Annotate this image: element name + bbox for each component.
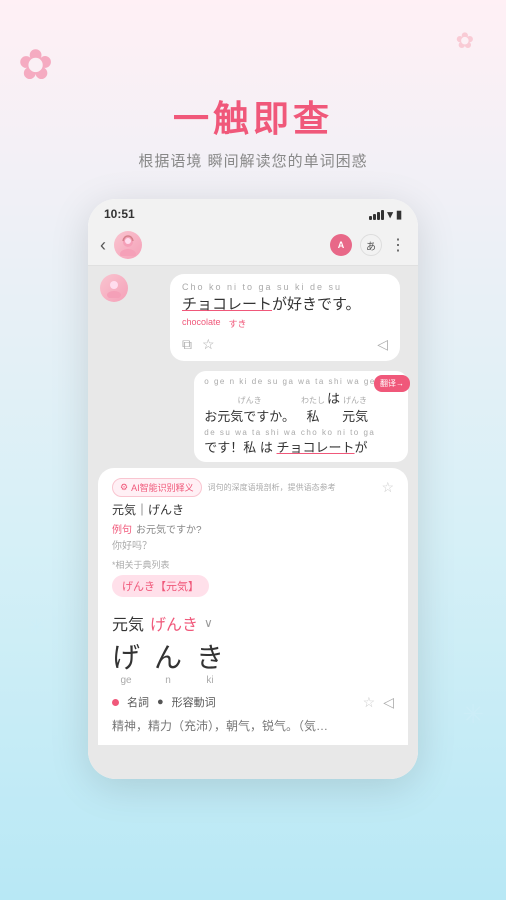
sender-avatar-1 <box>100 274 128 302</box>
bubble-content-1: Cho ko ni to ga su ki de su チョコレートが好きです。… <box>170 274 400 361</box>
chat-area: Cho ko ni to ga su ki de su チョコレートが好きです。… <box>88 266 418 779</box>
status-time: 10:51 <box>104 207 135 221</box>
battery-icon: ▮ <box>396 208 402 221</box>
status-icons: ▾ ▮ <box>369 208 402 221</box>
kana-breakdown-grid: げ ge ん n き ki <box>112 641 394 686</box>
ai-label: AI智能识别释义 <box>131 481 194 494</box>
status-bar: 10:51 ▾ ▮ <box>88 199 418 225</box>
flower-decoration-tr: ✿ <box>456 28 474 54</box>
pos-dot-icon <box>112 699 119 706</box>
translate-ja-button[interactable]: あ <box>360 234 382 256</box>
word-kana-label: げんき <box>150 611 198 635</box>
example-jp: お元気ですか? <box>136 521 202 536</box>
dict-translation: 你好吗？ <box>112 537 394 552</box>
chevron-down-icon[interactable]: ∨ <box>204 616 213 630</box>
dict-star-button[interactable]: ☆ <box>381 479 394 496</box>
message-bubble-2-container: o ge n ki de su ga wa ta shi wa ge n ki … <box>98 371 408 462</box>
related-tag[interactable]: げんき【元気】 <box>112 575 209 597</box>
word-kanji-label: 元気 <box>112 611 144 635</box>
pos-adjective: 形容動词 <box>172 694 216 710</box>
avatar-icon-1 <box>104 278 124 298</box>
avatar-image <box>117 234 139 256</box>
kana-cell-n: ん n <box>154 641 182 686</box>
word-sound-button[interactable]: ◁ <box>383 694 394 711</box>
ai-badge: ⚙ AI智能识别释义 <box>112 478 202 497</box>
jp-line2: です！私 は チョコレートが <box>204 437 398 456</box>
pos-separator: ● <box>157 696 164 708</box>
phone-mockup: 10:51 ▾ ▮ ‹ <box>88 199 418 779</box>
annotation-suki: すき <box>229 317 247 330</box>
star-icon-msg[interactable]: ☆ <box>202 336 215 353</box>
sound-icon-msg[interactable]: ◁ <box>377 336 388 353</box>
bubble-suffix-1: が好きです。 <box>272 296 361 313</box>
bubble-actions-1: ⧉ ☆ ◁ <box>182 336 388 353</box>
romaji-line2: de su wa ta shi wa cho ko ni to ga <box>204 428 398 437</box>
bubble-text-1: チョコレートが好きです。 <box>182 294 388 315</box>
dictionary-panel: ⚙ AI智能识别释义 词句的深度语境剖析，提供语态参考 ☆ 元気｜げんき 例句 … <box>98 468 408 745</box>
wifi-icon: ▾ <box>387 208 393 221</box>
hero-subtitle: 根据语境 瞬间解读您的单词困惑 <box>0 150 506 171</box>
example-label: 例句 <box>112 521 132 536</box>
related-label: *相关于典列表 <box>112 558 394 571</box>
back-button[interactable]: ‹ <box>100 235 106 256</box>
chat-avatar <box>114 231 142 259</box>
bubble-annotation-1: chocolate すき <box>182 317 388 330</box>
kana-char-ki: き <box>196 641 224 675</box>
hero-section: 一触即查 根据语境 瞬间解读您的单词困惑 <box>0 0 506 189</box>
jp-line1: げんき お元気ですか。 わたし 私 は げんき 元気 <box>204 388 398 425</box>
more-options-button[interactable]: ⋮ <box>390 235 406 255</box>
pos-row: 名詞 ● 形容動词 ☆ ◁ <box>112 694 394 711</box>
signal-icon <box>369 208 384 220</box>
translate-a-button[interactable]: A <box>330 234 352 256</box>
hero-title: 一触即查 <box>0 90 506 142</box>
dict-example-row: 例句 お元気ですか? <box>112 521 394 536</box>
kana-cell-ge: げ ge <box>112 641 140 686</box>
message-bubble-1: Cho ko ni to ga su ki de su チョコレートが好きです。… <box>134 274 408 361</box>
ai-icon: ⚙ <box>120 482 128 493</box>
pos-noun: 名詞 <box>127 694 149 710</box>
word-meaning: 精神，精力（充沛），朝气，锐气。（気… <box>112 717 394 735</box>
kana-rom-n: n <box>165 675 171 686</box>
annotation-chocolate: chocolate <box>182 317 221 330</box>
bubble-romaji-1: Cho ko ni to ga su ki de su <box>182 282 388 292</box>
kana-rom-ge: ge <box>120 675 131 686</box>
translate-button[interactable]: 翻译→ <box>374 375 410 392</box>
flower-decoration-br: ✳ <box>462 699 484 730</box>
kana-cell-ki: き ki <box>196 641 224 686</box>
highlighted-chocolate: チョコレート <box>277 440 355 455</box>
kana-char-n: ん <box>154 641 182 675</box>
highlighted-word-1: チョコレート <box>182 296 272 313</box>
flower-decoration-bl: ✳ <box>28 615 45 640</box>
word-heading: 元気 げんき ∨ <box>112 611 394 635</box>
dict-header: ⚙ AI智能识别释义 词句的深度语境剖析，提供语态参考 ☆ <box>112 478 394 497</box>
chat-header: ‹ A あ ⋮ <box>88 225 418 266</box>
dict-word: 元気｜げんき <box>112 501 394 518</box>
smart-label: 词句的深度语境剖析，提供语态参考 <box>208 482 336 493</box>
word-star-button[interactable]: ☆ <box>363 694 376 711</box>
romaji-line1: o ge n ki de su ga wa ta shi wa ge n ki <box>204 377 398 386</box>
phone-mockup-container: 10:51 ▾ ▮ ‹ <box>0 199 506 779</box>
copy-icon[interactable]: ⧉ <box>182 336 192 353</box>
kana-char-ge: げ <box>112 641 140 675</box>
kana-rom-ki: ki <box>206 675 213 686</box>
header-action-icons: A あ ⋮ <box>330 234 406 256</box>
flower-decoration-tl: ✿ <box>18 40 53 89</box>
